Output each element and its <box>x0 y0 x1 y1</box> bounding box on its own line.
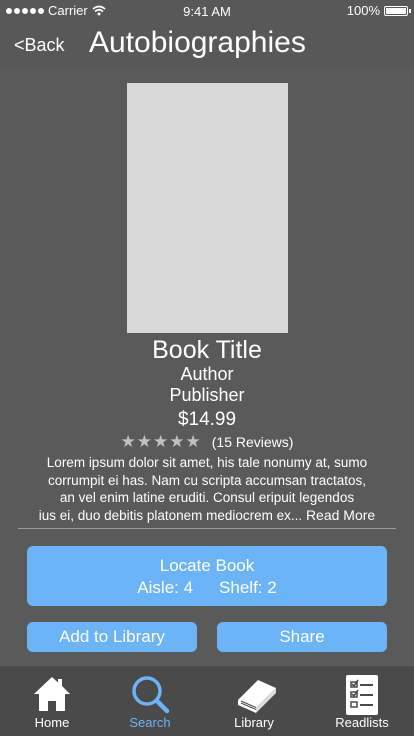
location-info: Aisle: 4 Shelf: 2 <box>27 578 387 598</box>
description-line-last: ius ei, duo debitis platonem mediocrem e… <box>18 507 396 525</box>
book-title: Book Title <box>152 336 262 364</box>
share-button[interactable]: Share <box>217 622 387 652</box>
tab-library[interactable]: Library <box>202 666 306 736</box>
checklist-icon <box>346 675 378 715</box>
tab-label: Home <box>34 715 70 730</box>
divider <box>18 528 396 529</box>
tab-search[interactable]: Search <box>98 666 202 736</box>
battery-icon <box>384 5 411 16</box>
star-rating: ★★★★★ <box>120 432 202 451</box>
status-bar: Carrier 9:41 AM 100% <box>0 0 414 22</box>
search-icon <box>132 676 170 714</box>
nav-bar: <Back Autobiographies <box>0 22 414 70</box>
description-line: Lorem ipsum dolor sit amet, his tale non… <box>46 455 368 470</box>
status-right: 100% <box>346 3 411 18</box>
add-to-library-button[interactable]: Add to Library <box>27 622 197 652</box>
home-icon <box>34 677 70 711</box>
description-line: an vel enim latine eruditi. Consul eripu… <box>59 490 355 505</box>
locate-book-label: Locate Book <box>159 556 255 575</box>
battery-percent: 100% <box>346 3 380 18</box>
tab-label: Search <box>129 715 171 730</box>
book-icon <box>238 680 276 713</box>
description-line: corrumpit ei has. Nam cu scripta accumsa… <box>47 472 367 488</box>
tab-bar: Home Search Library Readlists <box>0 666 414 736</box>
book-cover-image <box>127 83 288 333</box>
book-description: Lorem ipsum dolor sit amet, his tale non… <box>18 454 396 524</box>
rating-row[interactable]: ★★★★★ (15 Reviews) <box>0 432 414 452</box>
description-line: ius ei, duo debitis platonem mediocrem e… <box>38 507 303 523</box>
book-price: $14.99 <box>177 409 237 430</box>
tab-label: Library <box>234 715 274 730</box>
read-more-link[interactable]: Read More <box>306 507 375 523</box>
tab-home[interactable]: Home <box>0 666 104 736</box>
review-count: (15 Reviews) <box>211 434 294 450</box>
chevron-left-icon: < <box>14 35 25 55</box>
tab-readlists[interactable]: Readlists <box>310 666 414 736</box>
shelf-label: Shelf: 2 <box>219 578 277 597</box>
page-title: Autobiographies <box>89 26 306 59</box>
locate-book-button[interactable]: Locate Book Aisle: 4 Shelf: 2 <box>27 546 387 606</box>
book-detail: Book Title Author Publisher $14.99 ★★★★★… <box>0 70 414 666</box>
book-publisher: Publisher <box>169 385 245 405</box>
back-label: Back <box>24 35 65 55</box>
book-author[interactable]: Author <box>0 364 414 385</box>
aisle-label: Aisle: 4 <box>137 578 194 597</box>
tab-label: Readlists <box>335 715 389 730</box>
back-button[interactable]: <Back <box>14 35 65 56</box>
